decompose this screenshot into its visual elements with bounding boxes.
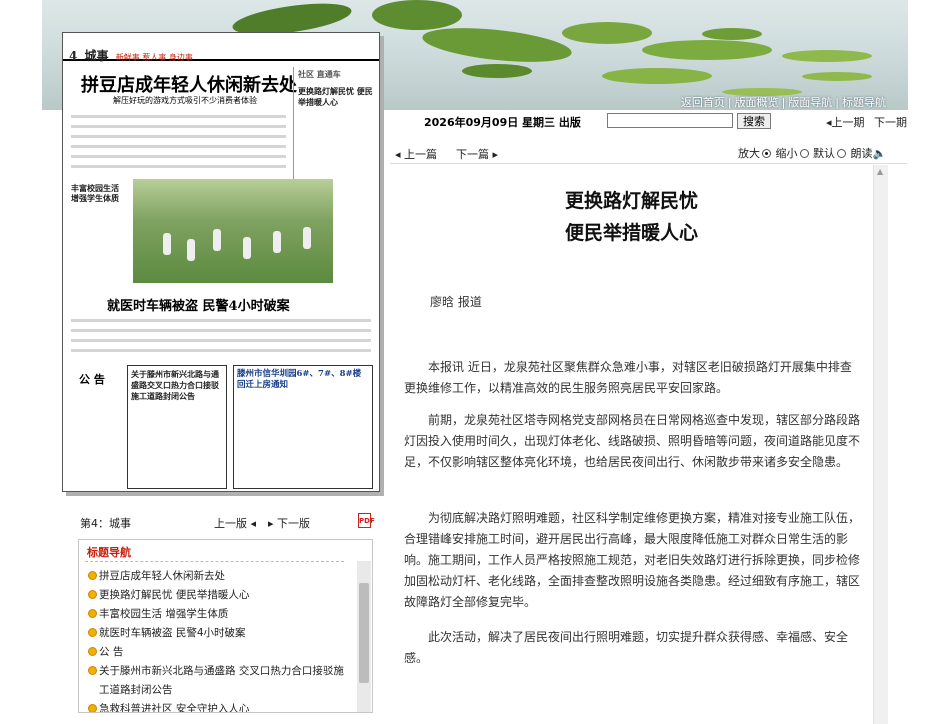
article-paragraph: 此次活动，解决了居民夜间出行照明难题，切实提升群众获得感、幸福感、安全感。 bbox=[404, 630, 849, 665]
paper-side-label: 社区 直通车 bbox=[298, 69, 341, 79]
article-toolbar: ◂ 上一篇 下一篇 ▸ 放大 缩小 默认 朗读🔈 bbox=[390, 140, 907, 164]
article-title-line1: 更换路灯解民忧 bbox=[564, 190, 698, 212]
page-nav-link[interactable]: 版面导航 bbox=[788, 96, 832, 109]
next-article-label: 下一篇 bbox=[456, 148, 489, 161]
paper-page-no: 4 bbox=[69, 49, 78, 63]
paper-section: 城事 bbox=[84, 49, 109, 63]
prev-article-label: 上一篇 bbox=[404, 148, 438, 161]
article-title: 更换路灯解民忧 便民举措暖人心 bbox=[390, 185, 873, 249]
paper-notice-box-title: 关于滕州市新兴北路与通盛路交叉口热力合口接驳施工道路封闭公告 bbox=[131, 369, 219, 401]
title-nav-item[interactable]: 关于滕州市新兴北路与通盛路 交叉口热力合口接驳施工道路封闭公告 bbox=[87, 662, 349, 700]
epaper-page: 返回首页 | 版面概览 | 版面导航 | 标题导航 4 城事 新鲜事 惹人事 身边事 拼豆店… bbox=[0, 0, 947, 724]
zoom-out-radio[interactable] bbox=[799, 149, 809, 158]
prev-period-label: 上一期 bbox=[831, 116, 865, 129]
title-nav-heading: 标题导航 bbox=[87, 546, 131, 559]
next-article-link[interactable]: 下一篇 ▸ bbox=[456, 146, 498, 162]
paper-notice-label: 公 告 bbox=[79, 373, 105, 386]
zoom-in-radio[interactable] bbox=[762, 149, 771, 158]
next-page-link[interactable]: ▸ 下一版 bbox=[268, 515, 310, 531]
article-content: 更换路灯解民忧 便民举措暖人心 廖晗 报道 本报讯 近日，龙泉苑社区聚焦群众急难… bbox=[390, 165, 873, 724]
page-overview-link[interactable]: 版面概览 bbox=[735, 96, 779, 109]
prev-period-link[interactable]: ◂上一期 bbox=[826, 114, 865, 130]
zoom-in-label: 放大 bbox=[738, 147, 760, 160]
issue-date: 2026年09月09日 星期三 出版 bbox=[424, 116, 581, 129]
zoom-out-label: 缩小 bbox=[775, 147, 798, 160]
caret-right-icon: ▸ bbox=[489, 148, 499, 161]
paper-photo-headline[interactable]: 丰富校园生活 增强学生体质 bbox=[71, 183, 129, 203]
title-nav-item[interactable]: 更换路灯解民忧 便民举措暖人心 bbox=[87, 586, 349, 605]
title-nav-item[interactable]: 拼豆店成年轻人休闲新去处 bbox=[87, 567, 349, 586]
search-button[interactable]: 搜索 bbox=[737, 113, 771, 129]
paper-headline-car[interactable]: 就医时车辆被盗 民警4小时破案 bbox=[107, 295, 290, 314]
title-nav-item[interactable]: 丰富校园生活 增强学生体质 bbox=[87, 605, 349, 624]
title-nav-item[interactable]: 就医时车辆被盗 民警4小时破案 bbox=[87, 624, 349, 643]
caret-left-icon: ◂ bbox=[247, 517, 257, 530]
paper-header: 4 城事 新鲜事 惹人事 身边事 bbox=[63, 33, 379, 63]
paper-notice-box2-title: 滕州市信华圳园6#、7#、8#楼回迁上房通知 bbox=[237, 369, 362, 390]
page-nav: 第4：城事 上一版 ◂ ▸ 下一版 PDF bbox=[78, 512, 378, 532]
page-label: 第4：城事 bbox=[80, 517, 131, 530]
read-aloud-label[interactable]: 朗读 bbox=[851, 147, 873, 160]
title-nav-scrollbar[interactable] bbox=[357, 561, 371, 712]
article-paragraph: 为彻底解决路灯照明难题，社区科学制定维修更换方案，精准对接专业施工队伍，合理错峰… bbox=[404, 511, 861, 609]
paper-photo-caption: 丰富校园生活 增强学生体质 bbox=[71, 183, 129, 283]
paper-slogan: 新鲜事 惹人事 身边事 bbox=[115, 53, 193, 62]
title-nav-scroll-thumb[interactable] bbox=[359, 583, 369, 683]
scroll-up-arrow-icon[interactable]: ▲ bbox=[877, 167, 883, 176]
default-radio[interactable] bbox=[837, 149, 846, 158]
caret-left-icon: ◂ bbox=[395, 148, 405, 161]
title-nav-divider bbox=[85, 561, 344, 562]
paper-notice-box[interactable]: 关于滕州市新兴北路与通盛路交叉口热力合口接驳施工道路封闭公告 bbox=[127, 365, 227, 489]
title-nav-link[interactable]: 标题导航 bbox=[842, 96, 886, 109]
article-author: 廖晗 报道 bbox=[430, 295, 482, 309]
paper-side-headline[interactable]: 更换路灯解民忧 便民举措暖人心 bbox=[294, 82, 377, 112]
article-paragraph: 本报讯 近日，龙泉苑社区聚焦群众急难小事，对辖区老旧破损路灯开展集中排查更换维修… bbox=[404, 360, 852, 395]
next-period-link[interactable]: 下一期 bbox=[874, 114, 907, 130]
paper-headline-main[interactable]: 拼豆店成年轻人休闲新去处 bbox=[81, 71, 297, 97]
title-nav-item[interactable]: 公 告 bbox=[87, 643, 349, 662]
banner-links: 返回首页 | 版面概览 | 版面导航 | 标题导航 bbox=[680, 96, 886, 109]
paper-notice-box2[interactable]: 滕州市信华圳园6#、7#、8#楼回迁上房通知 bbox=[233, 365, 373, 489]
prev-page-label: 上一版 bbox=[214, 517, 247, 530]
title-nav-list: 拼豆店成年轻人休闲新去处 更换路灯解民忧 便民举措暖人心 丰富校园生活 增强学生… bbox=[87, 567, 349, 712]
default-label: 默认 bbox=[813, 147, 835, 160]
caret-right-icon: ▸ bbox=[268, 517, 278, 530]
paper-subhead-main: 解压好玩的游戏方式吸引不少消费者体验 bbox=[113, 96, 257, 105]
title-nav-panel: 标题导航 拼豆店成年轻人休闲新去处 更换路灯解民忧 便民举措暖人心 丰富校园生活… bbox=[78, 539, 373, 713]
zoom-controls: 放大 缩小 默认 朗读🔈 bbox=[738, 145, 886, 161]
home-link[interactable]: 返回首页 bbox=[681, 96, 725, 109]
pdf-download-icon[interactable]: PDF bbox=[358, 513, 375, 528]
article-title-line2: 便民举措暖人心 bbox=[564, 222, 698, 244]
date-bar: 2026年09月09日 星期三 出版 搜索 ◂上一期 下一期 bbox=[392, 110, 907, 134]
title-nav-item[interactable]: 急救科普进社区 安全守护入人心 bbox=[87, 700, 349, 712]
speaker-icon[interactable]: 🔈 bbox=[873, 147, 887, 160]
search-input[interactable] bbox=[607, 113, 733, 128]
prev-page-link[interactable]: 上一版 ◂ bbox=[214, 515, 256, 531]
newspaper-page-thumbnail[interactable]: 4 城事 新鲜事 惹人事 身边事 拼豆店成年轻人休闲新去处 解压好玩的游戏方式吸… bbox=[62, 32, 380, 492]
paper-photo bbox=[133, 179, 333, 283]
prev-article-link[interactable]: ◂ 上一篇 bbox=[395, 146, 437, 162]
article-paragraph: 前期，龙泉苑社区塔寺网格党支部网格员在日常网格巡查中发现，辖区部分路段路灯因投入… bbox=[404, 413, 861, 469]
next-page-label: 下一版 bbox=[277, 517, 311, 530]
article-scrollbar[interactable] bbox=[873, 165, 888, 724]
